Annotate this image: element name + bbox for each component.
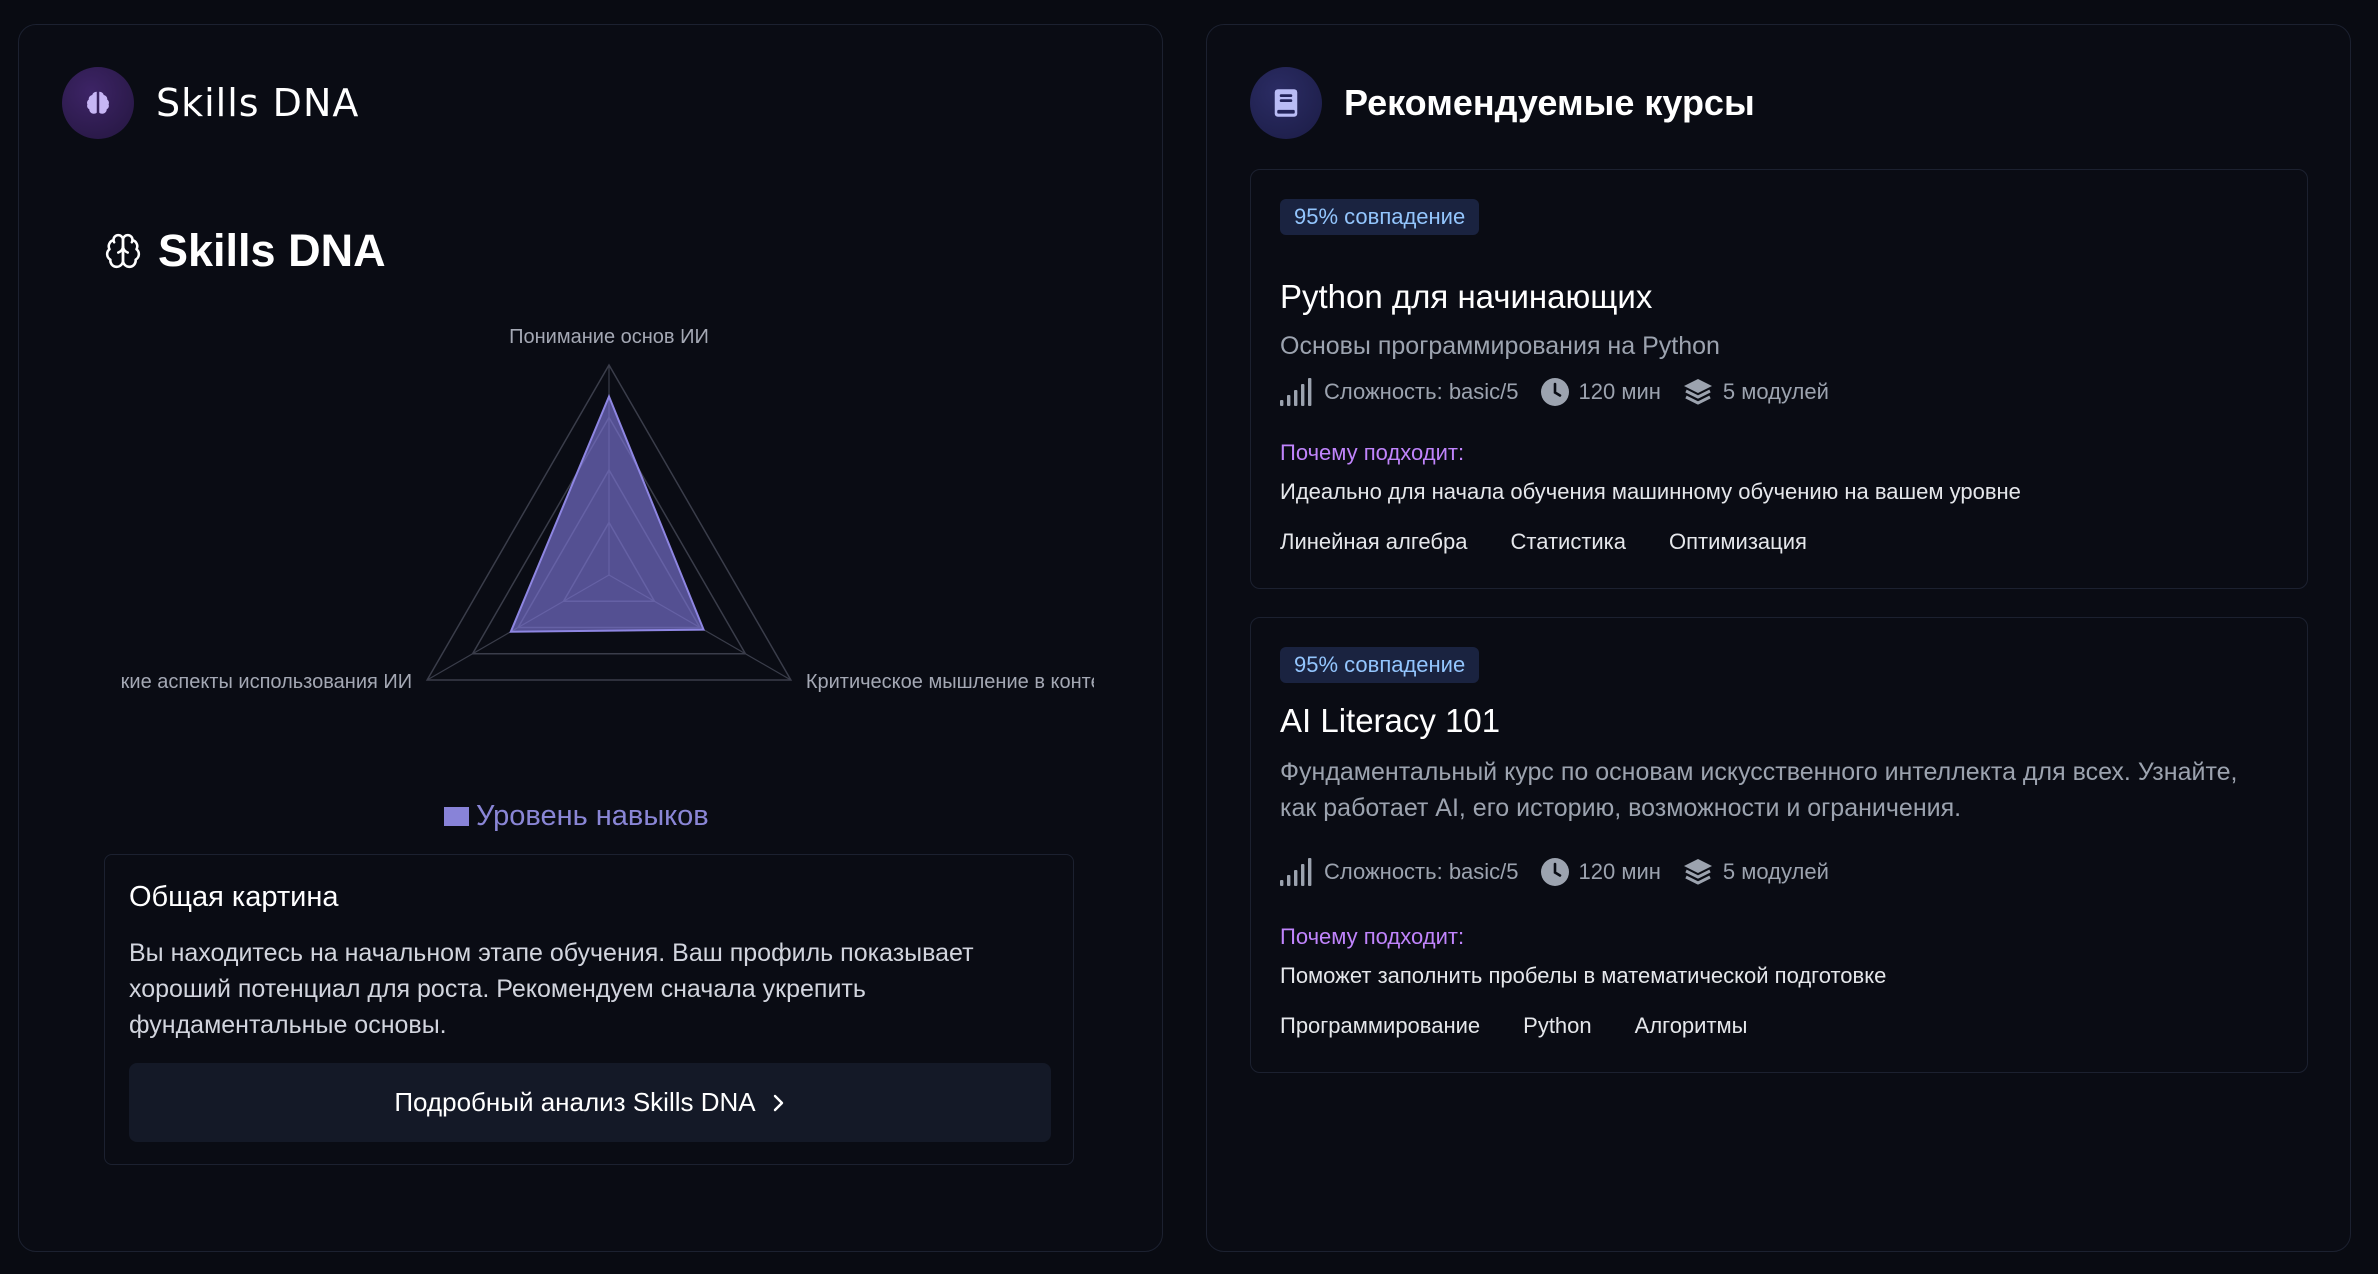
clock-icon	[1540, 378, 1569, 406]
panel-logo-title: Skills DNA	[156, 81, 360, 125]
chevron-right-icon	[773, 1094, 783, 1111]
layers-icon	[1683, 859, 1712, 885]
detailed-analysis-label: Подробный анализ Skills DNA	[394, 1087, 756, 1117]
course-title[interactable]: AI Literacy 101	[1280, 702, 1500, 740]
detailed-analysis-button[interactable]: Подробный анализ Skills DNA	[129, 1063, 1051, 1142]
radar-series-area	[509, 393, 706, 633]
modules-meta: 5 модулей	[1683, 858, 1829, 886]
course-card[interactable]: 95% совпадение AI Literacy 101 Фундамент…	[1250, 617, 2308, 1073]
signal-bars-icon	[1280, 858, 1312, 886]
courses-panel-title: Рекомендуемые курсы	[1344, 82, 1755, 123]
legend-swatch	[444, 807, 469, 826]
skills-radar-chart: Понимание основ ИИ Критическое мышление в…	[121, 326, 1094, 693]
skills-dna-heading: Skills DNA	[104, 225, 386, 277]
course-description: Основы программирования на Python	[1280, 332, 1720, 360]
course-tags: Программирование Python Алгоритмы	[1266, 1006, 1776, 1046]
course-tags: Линейная алгебра Статистика Оптимизация	[1266, 522, 1836, 562]
summary-text: Вы находитесь на начальном этапе обучени…	[129, 939, 974, 1039]
difficulty-text: Сложность: basic/5	[1324, 859, 1519, 884]
course-title[interactable]: Python для начинающих	[1280, 278, 1652, 316]
match-badge: 95% совпадение	[1280, 199, 1480, 235]
summary-title: Общая картина	[129, 881, 339, 913]
radar-axis-label: Понимание основ ИИ	[509, 326, 709, 348]
layers-icon	[1683, 379, 1712, 405]
tag[interactable]: Линейная алгебра	[1266, 522, 1481, 562]
why-label: Почему подходит:	[1280, 440, 1465, 465]
course-description: Фундаментальный курс по основам искусств…	[1280, 758, 2238, 822]
page-title: Skills DNA	[158, 225, 386, 276]
course-card[interactable]: 95% совпадение Python для начинающих Осн…	[1250, 169, 2308, 589]
why-text: Поможет заполнить пробелы в математическ…	[1280, 963, 1887, 988]
clock-icon	[1540, 858, 1569, 886]
brain-icon	[87, 91, 109, 114]
tag[interactable]: Статистика	[1496, 522, 1640, 562]
course-meta: Сложность: basic/5 120 мин 5 модулей	[1280, 378, 1851, 406]
match-badge: 95% совпадение	[1280, 647, 1480, 683]
tag[interactable]: Программирование	[1266, 1006, 1494, 1046]
duration-text: 120 мин	[1578, 859, 1661, 884]
brain-outline-icon	[105, 233, 141, 269]
book-avatar	[1250, 67, 1322, 139]
brain-avatar	[62, 67, 134, 139]
why-text: Идеально для начала обучения машинному о…	[1280, 479, 2021, 504]
legend-label: Уровень навыков	[476, 800, 709, 832]
difficulty-text: Сложность: basic/5	[1324, 379, 1519, 404]
difficulty-meta: Сложность: basic/5	[1280, 858, 1519, 886]
signal-bars-icon	[1280, 378, 1312, 406]
summary-card: Общая картина Вы находитесь на начальном…	[104, 854, 1074, 1165]
book-icon	[1274, 89, 1298, 117]
chart-legend[interactable]: Уровень навыков	[444, 800, 709, 833]
difficulty-meta: Сложность: basic/5	[1280, 378, 1519, 406]
why-label: Почему подходит:	[1280, 924, 1465, 949]
duration-text: 120 мин	[1578, 379, 1661, 404]
skills-dna-panel: Skills DNA Skills DNA Понимание основ ИИ…	[18, 24, 1163, 1252]
radar-axis-label: Критическое мышление в конте	[806, 671, 1094, 693]
courses-panel-header: Рекомендуемые курсы	[1250, 67, 1755, 139]
skills-panel-header: Skills DNA	[62, 67, 359, 139]
recommended-courses-panel: Рекомендуемые курсы 95% совпадение Pytho…	[1206, 24, 2351, 1252]
tag[interactable]: Оптимизация	[1655, 522, 1821, 562]
modules-text: 5 модулей	[1722, 859, 1829, 884]
modules-meta: 5 модулей	[1683, 378, 1829, 406]
radar-axis-label: кие аспекты использования ИИ	[121, 671, 412, 693]
modules-text: 5 модулей	[1722, 379, 1829, 404]
duration-meta: 120 мин	[1540, 858, 1661, 886]
duration-meta: 120 мин	[1540, 378, 1661, 406]
tag[interactable]: Алгоритмы	[1621, 1006, 1762, 1046]
tag[interactable]: Python	[1509, 1006, 1606, 1046]
course-meta: Сложность: basic/5 120 мин 5 модулей	[1280, 858, 1851, 886]
